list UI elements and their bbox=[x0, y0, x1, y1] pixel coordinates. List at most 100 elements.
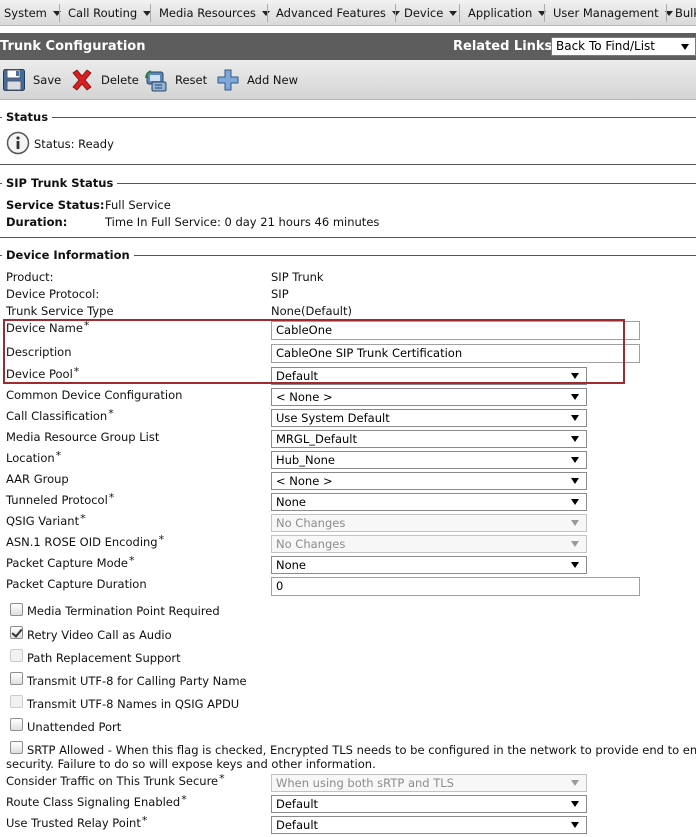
required-asterisk: * bbox=[219, 772, 225, 785]
service-status-value: Full Service bbox=[105, 198, 171, 212]
menu-call-routing[interactable]: Call Routing bbox=[68, 0, 152, 25]
route-class-signaling-select[interactable]: Default bbox=[271, 795, 587, 813]
utf8-qsig-checkbox bbox=[10, 695, 23, 708]
srtp-allowed-label-cont: security. Failure to do so will expose k… bbox=[6, 757, 376, 771]
device-name-label: Device Name* bbox=[6, 319, 89, 335]
device-name-input[interactable]: CableOne bbox=[271, 321, 640, 340]
menu-advanced-features[interactable]: Advanced Features bbox=[276, 0, 400, 25]
add-new-label: Add New bbox=[247, 73, 299, 87]
page-title: Trunk Configuration bbox=[0, 39, 146, 54]
trunk-service-type-label: Trunk Service Type bbox=[6, 304, 114, 318]
toolbar: Save Delete Reset Add New bbox=[0, 60, 696, 100]
section-title: SIP Trunk Status bbox=[2, 176, 118, 190]
aar-group-select[interactable]: < None > bbox=[271, 472, 587, 490]
packet-capture-duration-input[interactable]: 0 bbox=[271, 577, 640, 596]
common-device-config-label: Common Device Configuration bbox=[6, 388, 183, 402]
duration-value: Time In Full Service: 0 day 21 hours 46 … bbox=[105, 215, 380, 229]
menu-label: System bbox=[4, 6, 47, 20]
trunk-service-type-value: None(Default) bbox=[271, 304, 352, 318]
asn1-rose-oid-select: No Changes bbox=[271, 535, 587, 553]
field-label-text: QSIG Variant bbox=[6, 514, 80, 528]
save-button[interactable]: Save bbox=[2, 66, 61, 94]
duration-label: Duration: bbox=[6, 215, 68, 229]
packet-capture-mode-select[interactable]: None bbox=[271, 556, 587, 574]
info-icon bbox=[6, 131, 30, 155]
menu-bulk[interactable]: Bulk bbox=[675, 0, 696, 25]
chevron-down-icon bbox=[571, 415, 579, 421]
media-resource-group-list-select[interactable]: MRGL_Default bbox=[271, 430, 587, 448]
menu-system[interactable]: System bbox=[4, 0, 61, 25]
tunneled-protocol-select[interactable]: None bbox=[271, 493, 587, 511]
chevron-down-icon bbox=[538, 11, 547, 16]
menu-divider bbox=[459, 4, 460, 22]
packet-capture-duration-label: Packet Capture Duration bbox=[6, 577, 147, 591]
trusted-relay-point-label: Use Trusted Relay Point* bbox=[6, 814, 147, 830]
chevron-down-icon bbox=[571, 436, 579, 442]
menu-media-resources[interactable]: Media Resources bbox=[159, 0, 270, 25]
chevron-down-icon bbox=[571, 780, 579, 786]
section-rule bbox=[0, 164, 696, 165]
call-classification-select[interactable]: Use System Default bbox=[271, 409, 587, 427]
related-links-select[interactable]: Back To Find/List bbox=[551, 37, 696, 56]
field-label-text: Use Trusted Relay Point bbox=[6, 816, 141, 830]
menu-application[interactable]: Application bbox=[468, 0, 547, 25]
unattended-port-label: Unattended Port bbox=[27, 720, 122, 734]
menu-divider bbox=[544, 4, 545, 22]
menu-user-management[interactable]: User Management bbox=[553, 0, 673, 25]
utf8-calling-party-checkbox[interactable] bbox=[10, 672, 23, 685]
chevron-down-icon bbox=[571, 394, 579, 400]
aar-group-label: AAR Group bbox=[6, 472, 69, 486]
route-class-signaling-label: Route Class Signaling Enabled* bbox=[6, 793, 187, 809]
location-label: Location* bbox=[6, 449, 62, 465]
delete-button[interactable]: Delete bbox=[70, 66, 139, 94]
related-links-label: Related Links: bbox=[453, 39, 558, 54]
menu-label: User Management bbox=[553, 6, 659, 20]
menu-label: Call Routing bbox=[68, 6, 138, 20]
srtp-allowed-checkbox[interactable] bbox=[10, 741, 23, 754]
description-input[interactable]: CableOne SIP Trunk Certification bbox=[271, 344, 640, 363]
select-value: Default bbox=[276, 369, 319, 383]
top-menu-bar: System Call Routing Media Resources Adva… bbox=[0, 0, 696, 26]
chevron-down-icon bbox=[449, 11, 458, 16]
menu-label: Device bbox=[404, 6, 444, 20]
select-value: Default bbox=[276, 797, 319, 811]
select-value: < None > bbox=[276, 474, 333, 488]
chevron-down-icon bbox=[571, 457, 579, 463]
required-asterisk: * bbox=[55, 449, 62, 462]
call-classification-label: Call Classification* bbox=[6, 407, 114, 423]
menu-label: Advanced Features bbox=[276, 6, 386, 20]
red-x-icon bbox=[70, 68, 94, 92]
device-protocol-label: Device Protocol: bbox=[6, 287, 100, 301]
select-value: None bbox=[276, 558, 307, 572]
trusted-relay-point-select[interactable]: Default bbox=[271, 816, 587, 834]
reset-button[interactable]: Reset bbox=[144, 66, 207, 94]
mtp-required-label: Media Termination Point Required bbox=[27, 604, 220, 618]
required-asterisk: * bbox=[108, 491, 115, 504]
unattended-port-checkbox[interactable] bbox=[10, 718, 23, 731]
save-label: Save bbox=[33, 73, 62, 87]
qsig-variant-label: QSIG Variant* bbox=[6, 512, 86, 528]
chevron-down-icon bbox=[571, 373, 579, 379]
reset-label: Reset bbox=[175, 73, 208, 87]
delete-label: Delete bbox=[101, 73, 139, 87]
menu-label: Media Resources bbox=[159, 6, 256, 20]
device-information-header: Device Information bbox=[0, 248, 696, 262]
device-pool-select[interactable]: Default bbox=[271, 367, 587, 385]
menu-divider bbox=[395, 4, 396, 22]
product-label: Product: bbox=[6, 270, 54, 284]
retry-video-checkbox[interactable] bbox=[10, 626, 23, 639]
section-rule bbox=[0, 117, 696, 118]
chevron-down-icon bbox=[571, 478, 579, 484]
add-new-button[interactable]: Add New bbox=[216, 66, 298, 94]
location-select[interactable]: Hub_None bbox=[271, 451, 587, 469]
device-reset-icon bbox=[144, 68, 168, 92]
mtp-required-checkbox[interactable] bbox=[10, 603, 23, 616]
menu-device[interactable]: Device bbox=[404, 0, 458, 25]
common-device-config-select[interactable]: < None > bbox=[271, 388, 587, 406]
section-title: Status bbox=[2, 110, 53, 124]
required-asterisk: * bbox=[73, 365, 80, 378]
select-value: No Changes bbox=[276, 516, 346, 530]
required-asterisk: * bbox=[129, 554, 135, 567]
chevron-down-icon bbox=[571, 541, 579, 547]
floppy-disk-icon bbox=[2, 68, 26, 92]
